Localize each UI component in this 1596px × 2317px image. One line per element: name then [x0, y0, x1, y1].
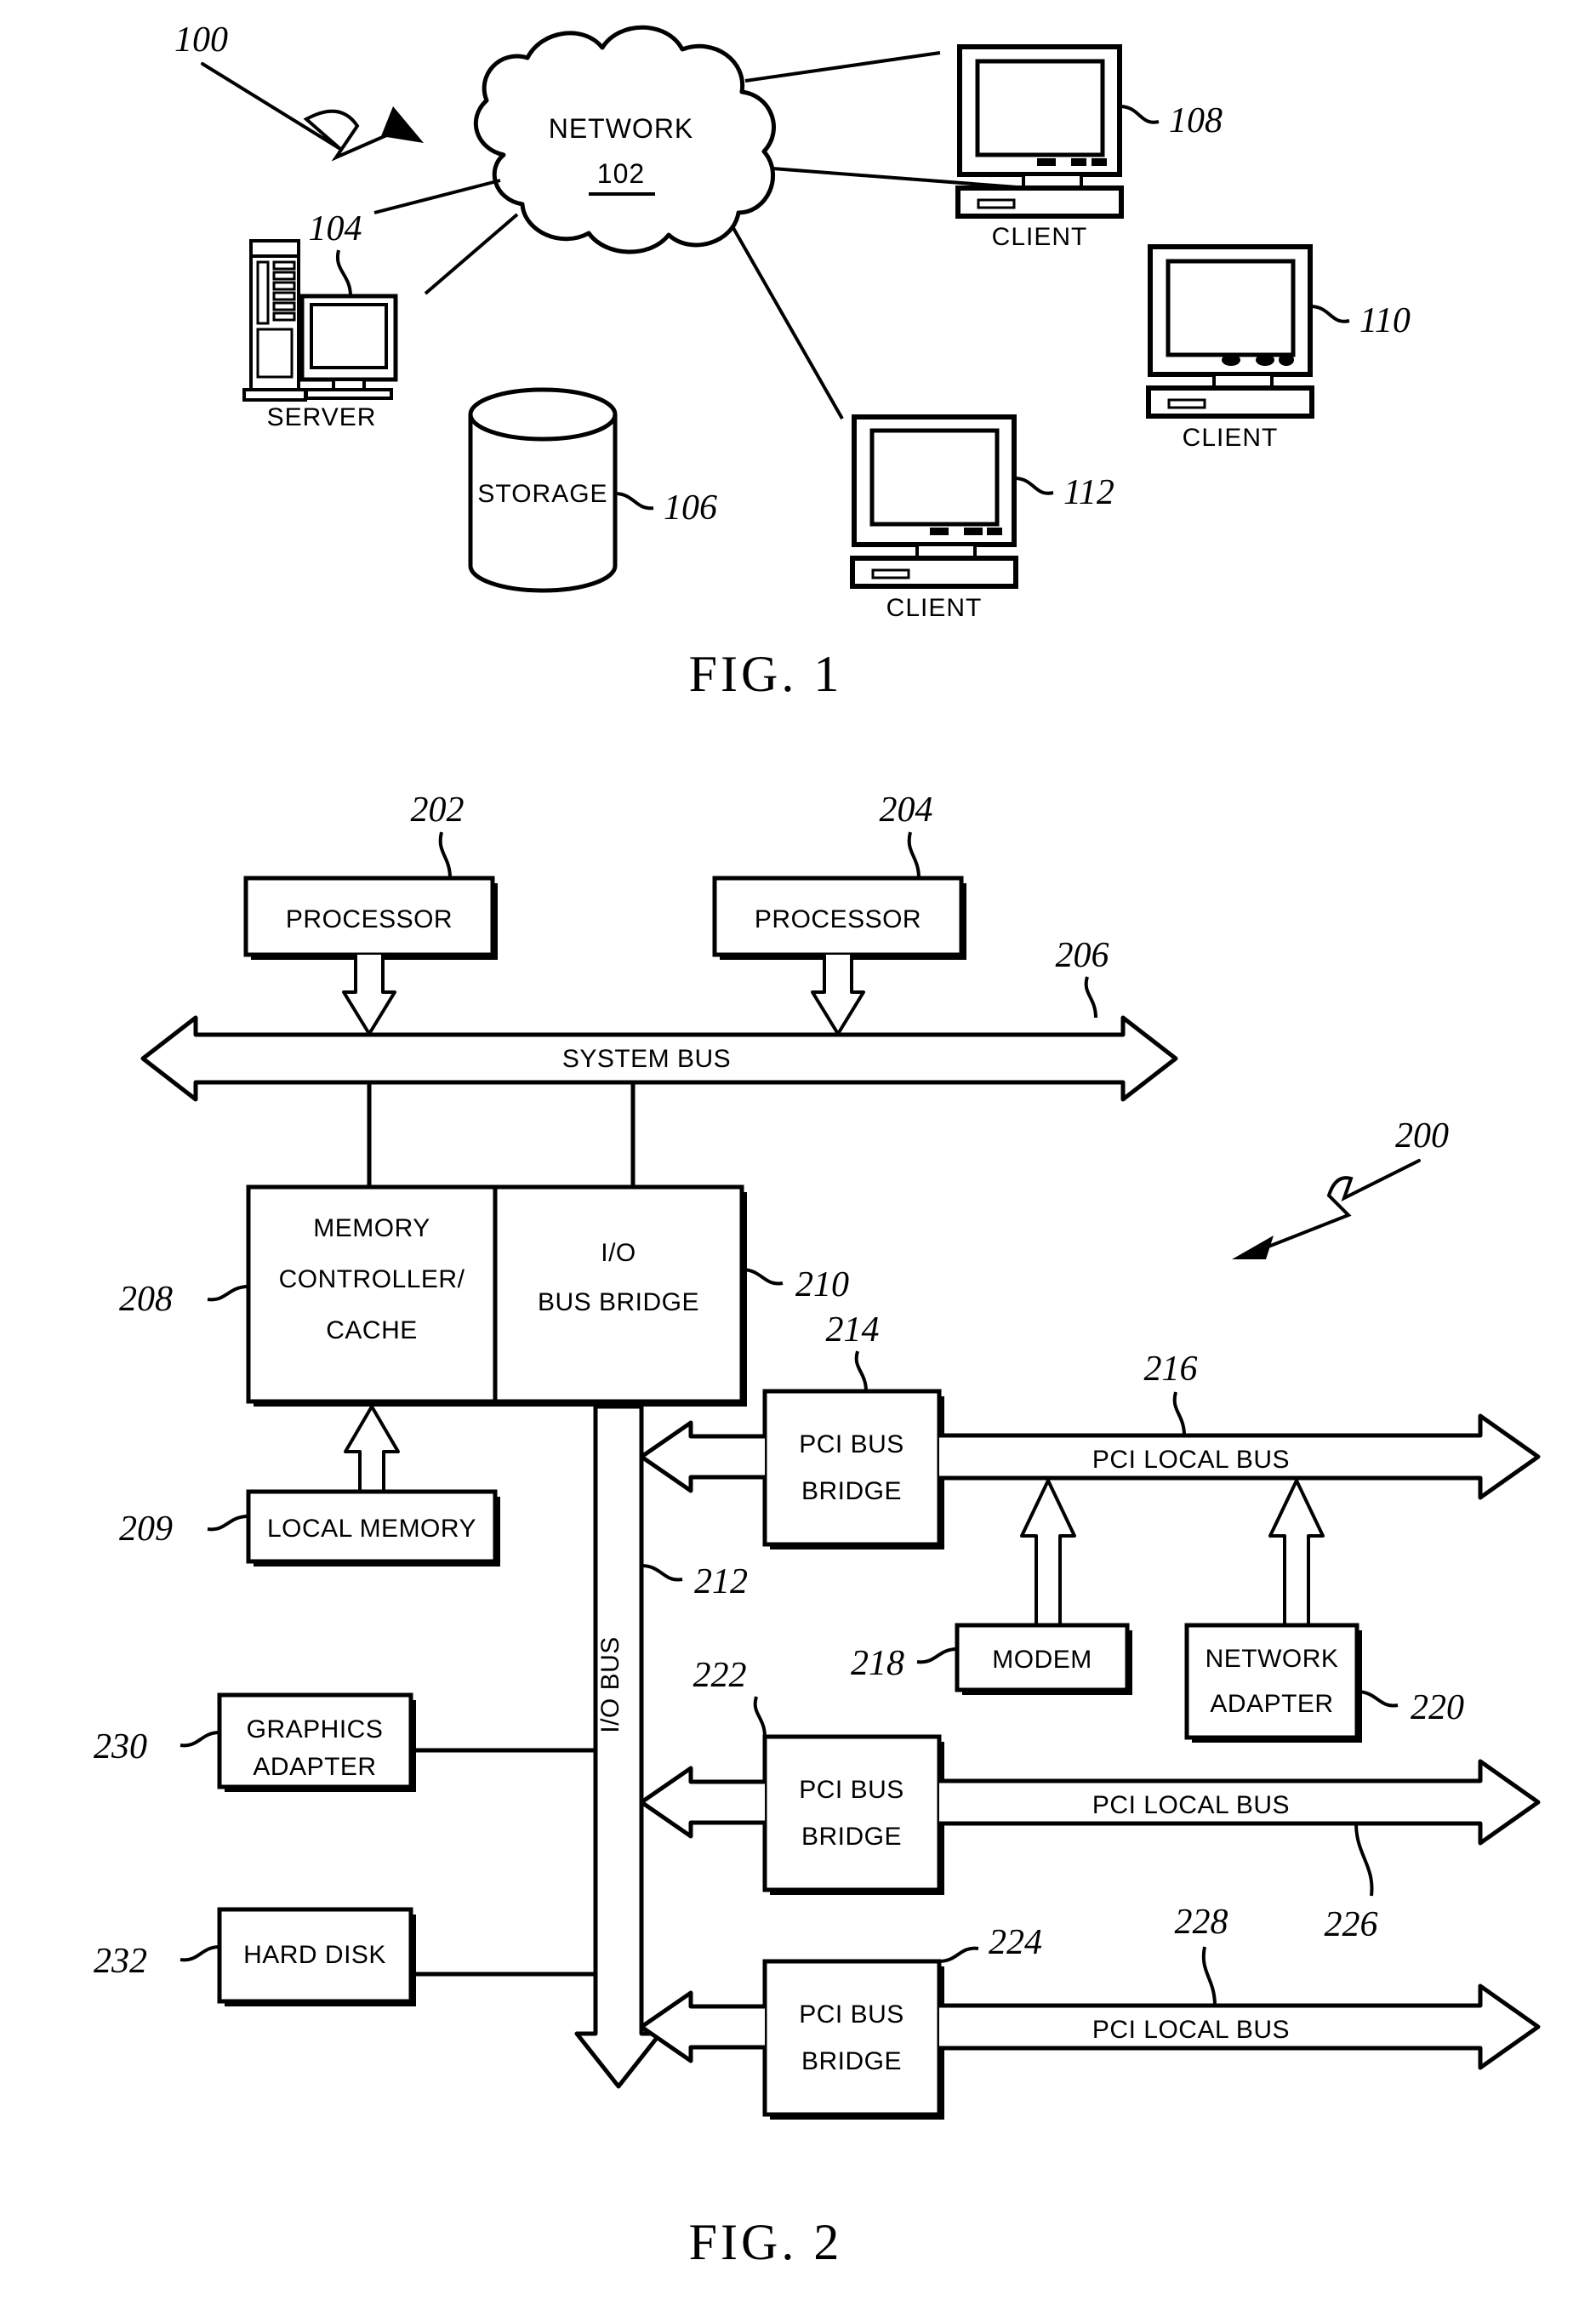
io-bus-bridge-line1: I/O: [601, 1239, 636, 1267]
io-bus-label: I/O BUS: [596, 1636, 624, 1733]
network-label: NETWORK: [549, 113, 694, 144]
ref-224: 224: [989, 1923, 1042, 1962]
patent-drawing-page: 100 NETWORK 102 SERVER 104 STORAGE 106 C…: [0, 0, 1596, 2317]
processor-2-label: PROCESSOR: [755, 905, 921, 933]
network-adapter-block: NETWORK ADAPTER 220: [1184, 1479, 1464, 1743]
memory-controller-block: MEMORY CONTROLLER/ CACHE 208: [119, 1184, 500, 1407]
pci-bridge-3-line2: BRIDGE: [801, 2047, 902, 2075]
figure-2: PROCESSOR 202 PROCESSOR 204 SYSTEM BUS 2…: [94, 790, 1541, 2270]
client-108-node: CLIENT 108: [955, 44, 1223, 251]
ref-230: 230: [94, 1727, 147, 1766]
ref-209: 209: [119, 1509, 173, 1549]
ref-108: 108: [1169, 101, 1223, 140]
figure-2-caption: FIG. 2: [689, 2214, 843, 2270]
ref-104: 104: [309, 209, 362, 248]
system-100-leader: [201, 62, 424, 162]
network-adapter-line2: ADAPTER: [1210, 1690, 1333, 1718]
ref-202: 202: [411, 790, 465, 830]
system-200-leader: [1232, 1159, 1421, 1259]
drawing-canvas: 100 NETWORK 102 SERVER 104 STORAGE 106 C…: [94, 20, 1541, 2270]
hard-disk-block: HARD DISK 232: [94, 1907, 596, 2006]
ref-208: 208: [119, 1280, 173, 1319]
server-node: SERVER 104: [242, 209, 398, 431]
pci-bridge-1-line2: BRIDGE: [801, 1477, 902, 1505]
memory-controller-line2: CONTROLLER/: [279, 1265, 465, 1293]
pci-bridge-3-line1: PCI BUS: [799, 2000, 904, 2029]
ref-112: 112: [1063, 473, 1114, 512]
network-ref-102: 102: [597, 158, 645, 189]
graphics-adapter-line1: GRAPHICS: [247, 1715, 384, 1743]
system-bus: SYSTEM BUS 206: [140, 936, 1178, 1102]
ref-216: 216: [1144, 1350, 1198, 1389]
ref-204: 204: [880, 790, 933, 830]
processor-2-block: PROCESSOR 204: [712, 790, 966, 1036]
pci-bridge-1-line1: PCI BUS: [799, 1430, 904, 1458]
processor-1-block: PROCESSOR 202: [243, 790, 498, 1036]
pci-local-bus-1-label: PCI LOCAL BUS: [1092, 1446, 1290, 1474]
client-108-label: CLIENT: [992, 223, 1088, 251]
storage-node: STORAGE 106: [468, 387, 717, 593]
ref-106: 106: [664, 488, 717, 528]
graphics-adapter-line2: ADAPTER: [253, 1753, 376, 1781]
io-bus: I/O BUS 212: [574, 1404, 748, 2089]
processor-1-label: PROCESSOR: [286, 905, 453, 933]
pci-bridge-2-line1: PCI BUS: [799, 1776, 904, 1804]
memory-controller-line3: CACHE: [326, 1316, 418, 1344]
client-112-label: CLIENT: [886, 594, 983, 622]
network-cloud: NETWORK 102: [473, 25, 776, 254]
ref-200: 200: [1395, 1116, 1449, 1156]
pci-bus-bridge-2-block: PCI BUS BRIDGE 222: [639, 1656, 944, 1895]
hard-disk-label: HARD DISK: [243, 1941, 386, 1969]
pci-local-bus-3-label: PCI LOCAL BUS: [1092, 2016, 1290, 2044]
figure-1: 100 NETWORK 102 SERVER 104 STORAGE 106 C…: [174, 20, 1411, 702]
ref-100: 100: [174, 20, 228, 60]
pci-bridge-2-line2: BRIDGE: [801, 1823, 902, 1851]
graphics-adapter-block: GRAPHICS ADAPTER 230: [94, 1692, 596, 1792]
pci-local-bus-2-label: PCI LOCAL BUS: [1092, 1791, 1290, 1819]
ref-214: 214: [826, 1310, 880, 1350]
ref-232: 232: [94, 1942, 147, 1981]
client-110-node: CLIENT 110: [1146, 244, 1411, 452]
ref-210: 210: [795, 1265, 849, 1304]
ref-226: 226: [1325, 1905, 1378, 1944]
storage-label: STORAGE: [477, 480, 607, 508]
local-memory-block: LOCAL MEMORY 209: [119, 1405, 500, 1567]
ref-222: 222: [693, 1656, 747, 1695]
ref-218: 218: [851, 1644, 904, 1683]
local-memory-label: LOCAL MEMORY: [267, 1515, 476, 1543]
pci-local-bus-2: PCI LOCAL BUS 226: [939, 1759, 1541, 1944]
ref-212: 212: [694, 1562, 748, 1601]
modem-label: MODEM: [992, 1646, 1092, 1674]
io-bus-bridge-block: I/O BUS BRIDGE 210: [493, 1184, 849, 1407]
client-110-label: CLIENT: [1183, 424, 1279, 452]
figure-1-caption: FIG. 1: [689, 646, 843, 702]
ref-206: 206: [1056, 936, 1109, 975]
system-bus-label: SYSTEM BUS: [562, 1045, 731, 1073]
network-adapter-line1: NETWORK: [1206, 1645, 1339, 1673]
ref-228: 228: [1175, 1903, 1228, 1942]
ref-110: 110: [1359, 301, 1411, 340]
memory-controller-line1: MEMORY: [313, 1214, 430, 1242]
ref-220: 220: [1411, 1688, 1464, 1727]
client-112-node: CLIENT 112: [850, 414, 1114, 622]
pci-local-bus-1: PCI LOCAL BUS 216: [939, 1350, 1541, 1500]
io-bus-bridge-line2: BUS BRIDGE: [538, 1288, 699, 1316]
server-label: SERVER: [267, 403, 377, 431]
